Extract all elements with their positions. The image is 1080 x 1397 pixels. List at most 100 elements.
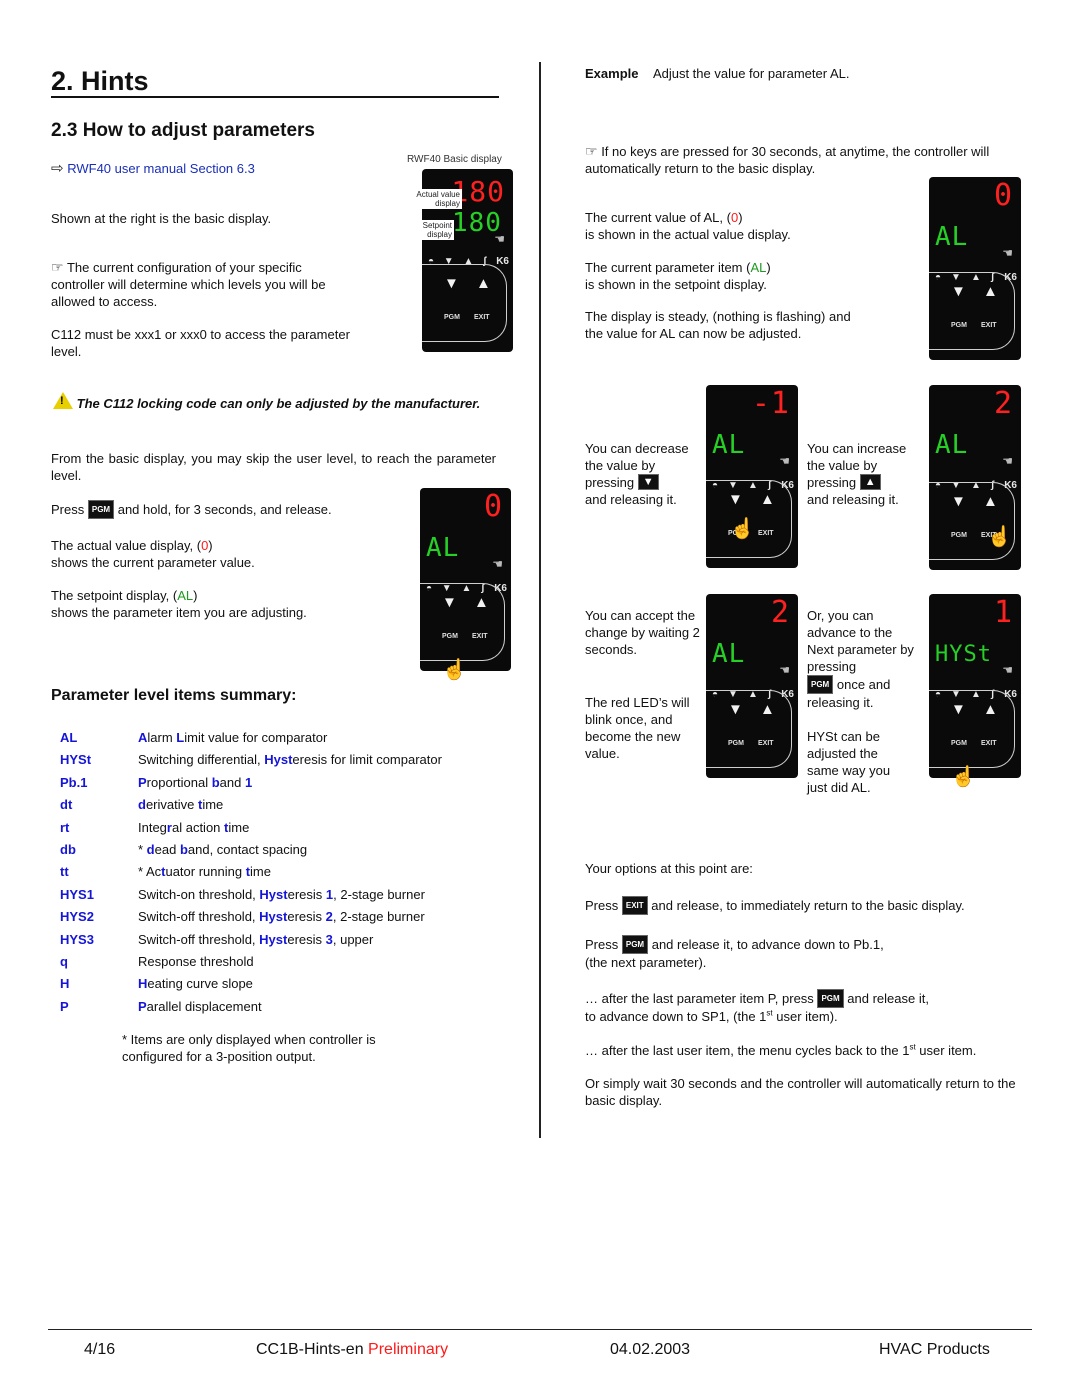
- summary-title: Parameter level items summary:: [51, 687, 297, 704]
- steady-text: The display is steady, (nothing is flash…: [585, 309, 851, 341]
- actual-value-display: -1: [751, 386, 790, 421]
- exit-key-label[interactable]: EXIT: [758, 525, 774, 542]
- manual-hand-icon: ☚: [779, 454, 790, 468]
- actual-value-display: 1: [993, 595, 1013, 630]
- actual-value-text: The actual value display, (0) shows the …: [51, 538, 255, 570]
- parameter-code: Pb.1: [60, 774, 88, 790]
- exit-key-label[interactable]: EXIT: [981, 317, 997, 334]
- parameter-description: Alarm Limit value for comparator: [138, 730, 328, 745]
- advance-text: Or, you can advance to the Next paramete…: [807, 608, 914, 710]
- parameter-code: dt: [60, 797, 73, 813]
- exit-key-label[interactable]: EXIT: [758, 735, 774, 752]
- manual-hand-icon: ☚: [492, 557, 503, 571]
- parameter-description: Integral action time: [138, 819, 250, 835]
- pgm-key-label[interactable]: PGM: [951, 735, 967, 752]
- up-key[interactable]: ▲: [476, 275, 491, 292]
- current-item-text: The current parameter item (AL) is shown…: [585, 260, 771, 292]
- parameter-code: HYS3: [60, 931, 94, 947]
- exit-key-label[interactable]: EXIT: [981, 735, 997, 752]
- setpoint-display: AL: [712, 639, 746, 669]
- manual-hand-icon: ☚: [494, 232, 505, 246]
- keypad: ▼ ▲ PGM EXIT: [929, 272, 1015, 350]
- pgm-key-label[interactable]: PGM: [442, 628, 458, 645]
- up-key[interactable]: ▲: [983, 283, 998, 300]
- right-arrow-icon: ⇨: [51, 160, 64, 177]
- keypad: ▼ ▲ PGM EXIT: [420, 583, 505, 661]
- parameter-code: q: [60, 954, 68, 969]
- parameter-code: HYS1: [60, 886, 94, 902]
- parameter-code: db: [60, 842, 76, 857]
- timeout-note: ☞ If no keys are pressed for 30 seconds,…: [585, 143, 990, 176]
- pgm-key-label[interactable]: PGM: [951, 527, 967, 544]
- setpoint-display: AL: [426, 533, 460, 563]
- actual-value-display: 0: [483, 489, 503, 524]
- exit-key-label[interactable]: EXIT: [474, 309, 490, 326]
- footer-date: 04.02.2003: [610, 1341, 691, 1358]
- manual-hand-icon: ☚: [1002, 663, 1013, 677]
- setpoint-label: Setpoint display: [410, 220, 454, 240]
- c112-text: C112 must be xxx1 or xxx0 to access the …: [51, 327, 350, 359]
- up-key[interactable]: ▲: [760, 491, 775, 508]
- parameter-code: H: [60, 976, 70, 992]
- current-value-text: The current value of AL, (0) is shown in…: [585, 210, 791, 242]
- controller-display-next: 1 HYSt ☚ ◓ ▼ ▲ ʃ K6 ▼ ▲ PGM EXIT ☝: [929, 594, 1021, 787]
- parameter-description: Response threshold: [138, 954, 254, 969]
- exit-key-icon: EXIT: [621, 896, 648, 915]
- basic-display-text: Shown at the right is the basic display.: [51, 211, 272, 226]
- pressing-finger-icon: ☝: [951, 766, 976, 788]
- parameter-description: * Actuator running time: [138, 864, 271, 880]
- setpoint-display: AL: [935, 222, 969, 252]
- footnote: * Items are only displayed when controll…: [122, 1032, 376, 1064]
- pressing-finger-icon: ☝: [987, 526, 1012, 548]
- pgm-key-icon: PGM: [807, 675, 834, 694]
- setpoint-text: The setpoint display, (AL) shows the par…: [51, 588, 307, 620]
- actual-value-label: Actual value display: [403, 189, 462, 209]
- down-key[interactable]: ▼: [951, 701, 966, 718]
- down-key[interactable]: ▼: [444, 275, 459, 292]
- down-key[interactable]: ▼: [728, 701, 743, 718]
- up-key[interactable]: ▲: [760, 701, 775, 718]
- footer-department: HVAC Products: [879, 1341, 990, 1358]
- down-key[interactable]: ▼: [442, 594, 457, 611]
- parameter-code: AL: [60, 730, 78, 745]
- setpoint-display: AL: [935, 430, 969, 460]
- parameter-description: Switch-off threshold, Hysteresis 3, uppe…: [138, 931, 374, 947]
- wait-text: Or simply wait 30 seconds and the contro…: [585, 1076, 1016, 1108]
- parameter-code: P: [60, 998, 69, 1014]
- controller-display-decrease: -1 AL ☚ ◓ ▼ ▲ ʃ K6 ▼ ▲ PGM EXIT ☝: [706, 385, 798, 568]
- decrease-text: You can decrease the value by pressing ▼…: [585, 441, 689, 507]
- pgm-key-label[interactable]: PGM: [444, 309, 460, 326]
- exit-option: Press EXIT and release, to immediately r…: [585, 896, 965, 915]
- down-key[interactable]: ▼: [951, 283, 966, 300]
- parameter-description: Parallel displacement: [138, 998, 262, 1014]
- up-key[interactable]: ▲: [983, 493, 998, 510]
- keypad: ▼ ▲ PGM EXIT: [929, 690, 1015, 768]
- warning-icon: !: [53, 392, 73, 409]
- setpoint-display: 180: [452, 208, 502, 238]
- basic-display-caption: RWF40 Basic display: [407, 154, 502, 165]
- parameter-code: HYS2: [60, 909, 94, 925]
- configuration-note: ☞ The current configuration of your spec…: [51, 259, 326, 309]
- manual-reference-link[interactable]: ⇨ RWF40 user manual Section 6.3: [51, 160, 255, 177]
- pgm-key-label[interactable]: PGM: [728, 735, 744, 752]
- footer-rule: [48, 1329, 1032, 1330]
- down-key[interactable]: ▼: [728, 491, 743, 508]
- title-rule: [51, 96, 499, 98]
- pgm-key-label[interactable]: PGM: [951, 317, 967, 334]
- page-title: 2. Hints: [51, 66, 149, 96]
- up-key[interactable]: ▲: [983, 701, 998, 718]
- parameter-description: Switch-off threshold, Hysteresis 2, 2-st…: [138, 909, 425, 925]
- parameter-description: Proportional band 1: [138, 774, 253, 790]
- menu-cycle-text: … after the last user item, the menu cyc…: [585, 1042, 977, 1058]
- pointing-hand-icon: ☞: [51, 259, 64, 275]
- parameter-code: HYSt: [60, 752, 92, 768]
- after-last-parameter-text: … after the last parameter item P, press…: [585, 989, 929, 1024]
- keypad: ▼ ▲ PGM EXIT: [929, 482, 1015, 560]
- press-pgm-instruction: Press PGM and hold, for 3 seconds, and r…: [51, 500, 332, 519]
- controller-display-example: 0 AL ☚ ◓ ▼ ▲ ʃ K6 ▼ ▲ PGM EXIT: [929, 177, 1021, 360]
- increase-text: You can increase the value by pressing ▲…: [807, 441, 907, 507]
- down-key[interactable]: ▼: [951, 493, 966, 510]
- footer-document: CC1B-Hints-en Preliminary: [256, 1341, 449, 1358]
- exit-key-label[interactable]: EXIT: [472, 628, 488, 645]
- up-key[interactable]: ▲: [474, 594, 489, 611]
